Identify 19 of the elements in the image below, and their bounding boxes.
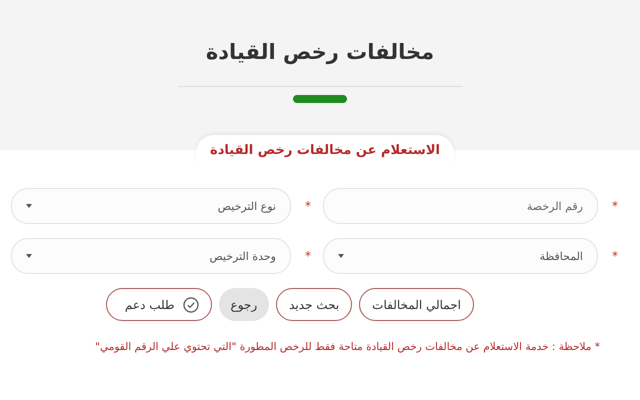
caret-icon	[338, 254, 344, 258]
caret-icon	[26, 254, 32, 258]
required-mark: *	[612, 199, 618, 213]
page-title: مخالفات رخص القيادة	[206, 40, 434, 64]
action-button[interactable]: اجمالي المخالفات	[359, 288, 474, 321]
note-text: * ملاحظة : خدمة الاستعلام عن مخالفات رخص القيادة متاحة فقط للرخص المطورة "التي تحتوي علي الرقم القومي"	[94, 341, 600, 353]
caret-icon	[26, 204, 32, 208]
required-mark: *	[305, 249, 311, 263]
accent-bar	[293, 95, 347, 103]
select-field[interactable]: المحافظة	[323, 238, 598, 274]
check-circle-icon	[182, 296, 199, 312]
select-field[interactable]: وحدة الترخيص	[11, 238, 291, 274]
required-mark: *	[612, 249, 618, 263]
input-field[interactable]: رقم الرخصة	[323, 188, 598, 224]
required-mark: *	[305, 199, 311, 213]
support-button[interactable]: طلب دعم	[106, 288, 212, 321]
action-button[interactable]: بحث جديد	[276, 288, 352, 321]
select-field[interactable]: نوع الترخيص	[11, 188, 291, 224]
back-button[interactable]: رجوع	[218, 288, 270, 321]
